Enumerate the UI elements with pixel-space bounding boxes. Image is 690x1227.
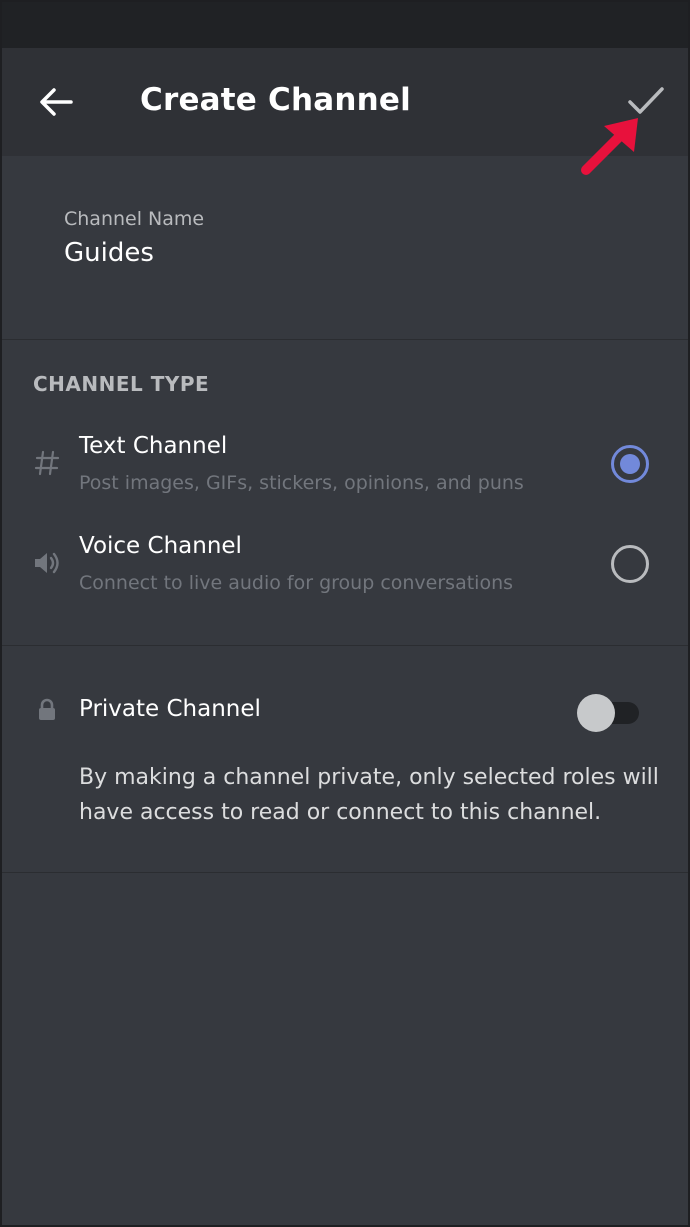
text-channel-description: Post images, GIFs, stickers, opinions, a… — [79, 472, 524, 494]
screen: Create Channel Channel Name Guides CHANN… — [0, 0, 690, 1227]
private-channel-toggle[interactable] — [577, 694, 641, 732]
hashtag-icon — [32, 448, 62, 478]
channel-name-label: Channel Name — [64, 208, 205, 230]
channel-type-heading: CHANNEL TYPE — [33, 372, 210, 396]
page-title: Create Channel — [140, 82, 411, 118]
toggle-knob — [577, 694, 615, 732]
speaker-icon — [32, 548, 62, 578]
private-channel-description: By making a channel private, only select… — [79, 765, 659, 825]
back-button[interactable] — [32, 82, 80, 122]
text-channel-title: Text Channel — [79, 433, 228, 459]
private-channel-row[interactable]: Private Channel — [2, 682, 688, 742]
private-channel-label: Private Channel — [79, 696, 261, 722]
channel-name-field[interactable]: Channel Name Guides — [2, 156, 688, 340]
divider — [2, 645, 688, 646]
status-bar — [2, 2, 688, 48]
voice-channel-description: Connect to live audio for group conversa… — [79, 572, 514, 594]
text-channel-radio[interactable] — [611, 445, 649, 483]
channel-type-option-text[interactable]: Text Channel Post images, GIFs, stickers… — [2, 416, 688, 506]
arrow-left-icon — [40, 88, 73, 116]
checkmark-icon — [628, 87, 664, 114]
channel-name-input[interactable]: Guides — [64, 238, 154, 268]
voice-channel-radio[interactable] — [611, 545, 649, 583]
lock-icon — [39, 698, 55, 720]
divider — [2, 872, 688, 873]
voice-channel-title: Voice Channel — [79, 533, 242, 559]
channel-type-option-voice[interactable]: Voice Channel Connect to live audio for … — [2, 516, 688, 606]
